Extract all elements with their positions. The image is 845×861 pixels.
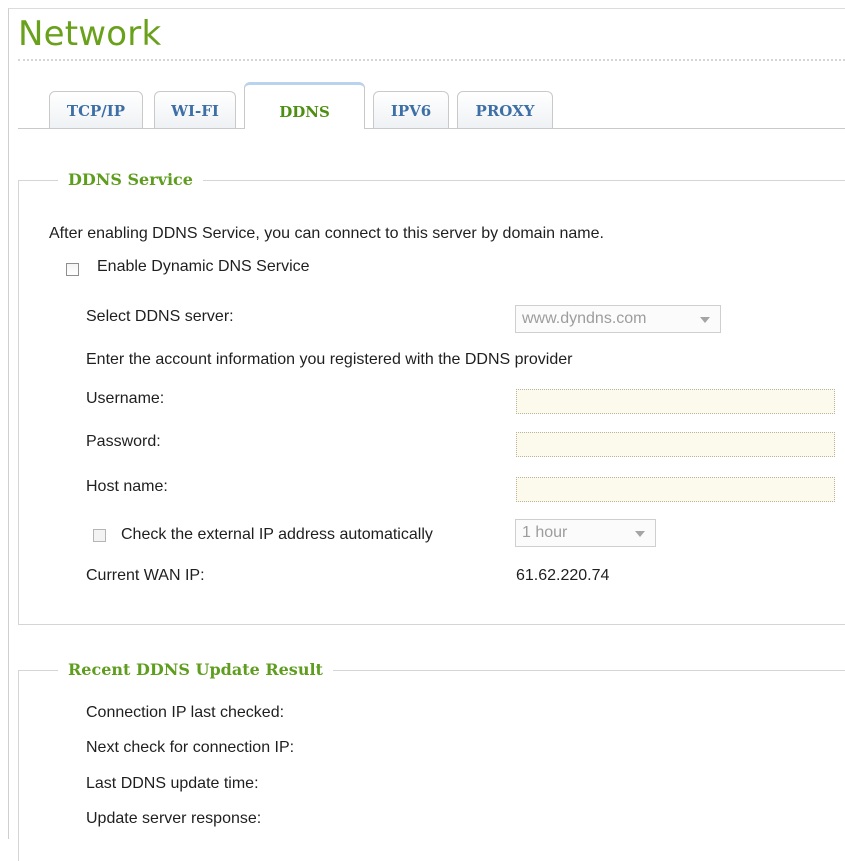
check-external-ip-label[interactable]: Check the external IP address automatica…	[121, 526, 433, 544]
next-check-label: Next check for connection IP:	[86, 739, 295, 756]
ddns-intro-text: After enabling DDNS Service, you can con…	[49, 225, 604, 242]
server-response-label: Update server response:	[86, 810, 262, 827]
ddns-server-select[interactable]: www.dyndns.com	[515, 305, 721, 333]
enable-ddns-checkbox[interactable]	[66, 263, 79, 276]
page-title: Network	[18, 14, 162, 54]
tab-ddns[interactable]: DDNS	[244, 82, 365, 129]
ddns-server-value: www.dyndns.com	[522, 310, 647, 327]
check-external-ip-checkbox[interactable]	[93, 529, 106, 542]
username-label: Username:	[86, 390, 165, 407]
last-update-time-label: Last DDNS update time:	[86, 775, 259, 792]
wan-ip-label: Current WAN IP:	[86, 567, 205, 584]
chevron-down-icon	[635, 531, 645, 537]
tab-wifi[interactable]: WI-FI	[154, 91, 236, 129]
tab-ipv6[interactable]: IPV6	[373, 91, 449, 129]
check-interval-select[interactable]: 1 hour	[515, 519, 656, 547]
hostname-input[interactable]	[516, 477, 835, 502]
ddns-service-legend: DDNS Service	[58, 170, 203, 189]
hostname-label: Host name:	[86, 478, 168, 495]
password-input[interactable]	[516, 432, 835, 457]
tab-tcpip[interactable]: TCP/IP	[49, 91, 143, 129]
tab-proxy[interactable]: PROXY	[457, 91, 553, 129]
password-label: Password:	[86, 433, 161, 450]
wan-ip-value: 61.62.220.74	[516, 567, 610, 584]
username-input[interactable]	[516, 389, 835, 414]
account-info-text: Enter the account information you regist…	[86, 351, 573, 368]
ddns-server-label: Select DDNS server:	[86, 308, 234, 325]
recent-result-legend: Recent DDNS Update Result	[58, 660, 333, 679]
enable-ddns-label[interactable]: Enable Dynamic DNS Service	[97, 258, 310, 276]
connection-ip-last-checked-label: Connection IP last checked:	[86, 704, 285, 721]
recent-result-section	[18, 670, 845, 861]
check-interval-value: 1 hour	[522, 524, 568, 541]
chevron-down-icon	[700, 317, 710, 323]
tab-baseline	[18, 128, 845, 129]
active-tab-gap	[245, 127, 364, 130]
title-divider	[18, 59, 845, 61]
